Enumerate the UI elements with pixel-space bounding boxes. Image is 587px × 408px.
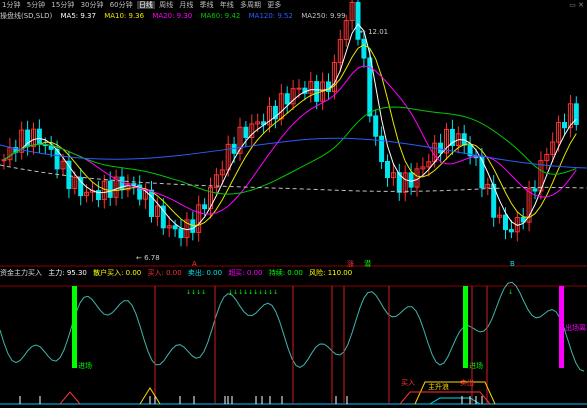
candle-body: [243, 126, 249, 139]
candle-body: [36, 128, 42, 146]
entry-bar-mid: [463, 286, 468, 368]
indicator-legend: 资金主力买入 主力: 95.30 散户买入: 0.00 买入: 0.00 卖出:…: [0, 268, 587, 278]
ma20-line: [3, 65, 577, 215]
ind-v7: 风险: 110.00: [309, 269, 353, 277]
peak-a1: [59, 391, 81, 405]
candle-body: [296, 87, 302, 90]
kline-chart[interactable]: ← 12.01← 6.78A涨潜B进场进场出场离场↓↓↓↓↓↓↓↓↓↓↓↓↓↓↓…: [0, 0, 587, 408]
ind-v6: 持续: 0.00: [268, 269, 303, 277]
down-arrow: ↓: [508, 289, 513, 296]
candle-body: [1, 159, 7, 162]
candle-body: [314, 81, 320, 102]
candle-body: [373, 115, 379, 137]
candle-body: [503, 214, 508, 231]
down-arrow: ↓: [273, 289, 278, 296]
low-price-label: ← 6.78: [136, 254, 160, 262]
candle-body: [178, 228, 184, 239]
band-label-1: 买入: [401, 379, 415, 387]
entry-label-mid: 进场: [469, 361, 483, 370]
candle-body: [202, 204, 208, 210]
ma60-line: [3, 106, 577, 195]
candle-body: [508, 229, 514, 233]
ind-v2: 散户买入: 0.00: [93, 269, 142, 277]
candle-body: [532, 188, 538, 192]
exit-label-right: 出场离场: [565, 323, 587, 332]
candle-body: [131, 183, 137, 186]
candle-body: [190, 219, 196, 233]
down-arrow: ↓: [201, 289, 206, 296]
band-label-2: 主升浪: [428, 382, 449, 391]
ind-v4: 卖出: 0.00: [187, 269, 223, 277]
entry-label-left: 进场: [78, 361, 92, 370]
candle-body: [385, 160, 390, 179]
band-label-3: 卖出: [460, 378, 474, 387]
ma10-line: [3, 44, 577, 227]
candle-body: [172, 225, 178, 230]
band-yellow: [414, 381, 496, 405]
mark-buy2: 潜: [364, 259, 371, 268]
candle-body: [562, 122, 567, 129]
ind-v1: 主力: 95.30: [48, 269, 87, 277]
candle-body: [408, 172, 414, 188]
high-price-label: ← 12.01: [360, 28, 388, 36]
candle-body: [149, 189, 154, 217]
exit-bar-right: [559, 286, 564, 368]
candle-body: [438, 142, 444, 154]
candle-body: [361, 38, 367, 59]
candle-body: [284, 93, 290, 105]
ind-v3: 买入: 0.00: [147, 269, 182, 277]
mark-a: A: [192, 260, 197, 268]
entry-bar-left: [72, 286, 77, 368]
candle-body: [573, 103, 579, 125]
indicator-line: [0, 281, 585, 372]
ind-v5: 超买: 0.00: [228, 269, 263, 277]
mark-b: B: [510, 260, 515, 268]
ind-title: 资金主力买入: [0, 269, 42, 277]
mark-buy1: 涨: [347, 259, 354, 268]
candle-body: [107, 180, 113, 198]
